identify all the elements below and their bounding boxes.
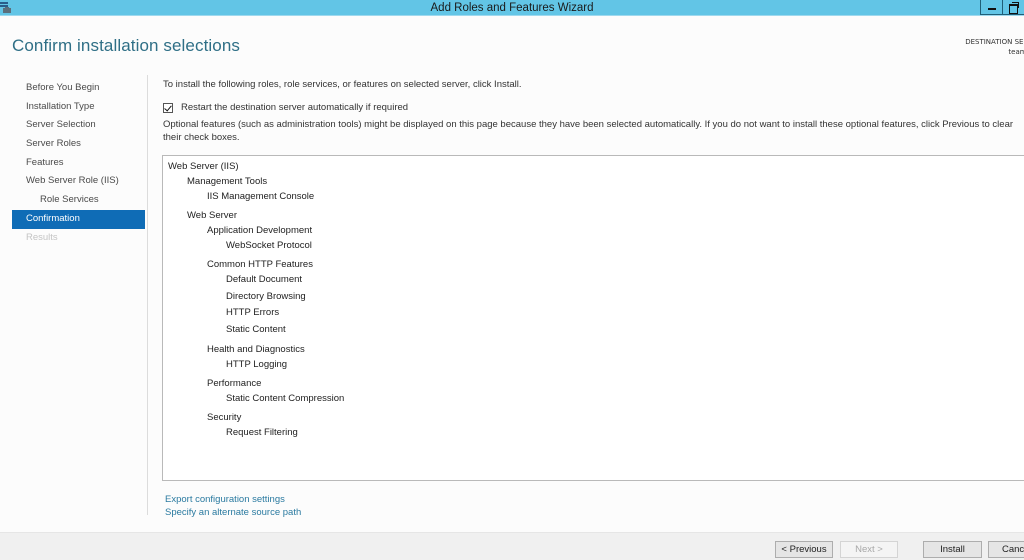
tree-item: Static Content Compression	[226, 393, 345, 404]
tree-item: Web Server	[187, 210, 237, 221]
nav-item-installation-type[interactable]: Installation Type	[12, 98, 145, 117]
cancel-button[interactable]: Cancel	[988, 541, 1024, 558]
wizard-nav: Before You Begin Installation Type Serve…	[12, 79, 145, 247]
minimize-button[interactable]	[980, 0, 1002, 15]
nav-item-confirmation[interactable]: Confirmation	[12, 209, 145, 229]
restore-button[interactable]	[1002, 0, 1024, 15]
optional-features-text: Optional features (such as administratio…	[163, 119, 1014, 143]
page-title: Confirm installation selections	[12, 36, 240, 55]
nav-divider	[147, 75, 148, 515]
tree-item: Health and Diagnostics	[207, 344, 305, 355]
restart-option[interactable]: Restart the destination server automatic…	[163, 101, 1024, 114]
tree-item: HTTP Logging	[226, 359, 288, 370]
restart-label[interactable]: Restart the destination server automatic…	[181, 102, 408, 113]
tree-item: Security	[207, 412, 242, 423]
restart-checkbox[interactable]	[163, 102, 173, 113]
nav-item-before-you-begin[interactable]: Before You Begin	[12, 79, 145, 98]
previous-button[interactable]: < Previous	[775, 541, 833, 558]
destination-label: DESTINATION SERVER	[965, 38, 1024, 46]
tree-item: WebSocket Protocol	[226, 240, 312, 251]
destination-name: teamcityt	[1008, 48, 1024, 56]
tree-item: Static Content	[226, 324, 286, 335]
next-button: Next >	[840, 541, 898, 558]
tree-item: Default Document	[226, 274, 303, 285]
tree-item: Directory Browsing	[226, 291, 306, 302]
links: Export configuration settings Specify an…	[165, 493, 301, 519]
tree-item: Management Tools	[187, 176, 268, 187]
nav-item-results: Results	[26, 231, 58, 243]
tree-item: Performance	[207, 378, 262, 389]
alternate-source-link[interactable]: Specify an alternate source path	[165, 506, 301, 519]
intro-text: To install the following roles, role ser…	[163, 79, 522, 90]
tree-item: IIS Management Console	[207, 191, 315, 202]
nav-item-features[interactable]: Features	[12, 154, 145, 173]
window-title: Add Roles and Features Wizard	[430, 2, 594, 14]
tree-item: HTTP Errors	[226, 307, 280, 318]
nav-item-server-selection[interactable]: Server Selection	[12, 116, 145, 135]
selection-list[interactable]: Web Server (IIS) Management Tools IIS Mana…	[162, 155, 1024, 481]
nav-item-server-roles[interactable]: Server Roles	[12, 135, 145, 154]
install-button[interactable]: Install	[923, 541, 982, 558]
tree-item: Web Server (IIS)	[168, 161, 239, 172]
export-config-link[interactable]: Export configuration settings	[165, 493, 301, 506]
tree-item: Common HTTP Features	[207, 259, 313, 270]
content-area: To install the following roles, role ser…	[163, 78, 1024, 144]
title-bar[interactable]: Add Roles and Features Wizard	[0, 0, 1024, 16]
nav-item-web-server-role[interactable]: Web Server Role (IIS)	[12, 172, 145, 191]
nav-item-role-services[interactable]: Role Services	[12, 191, 145, 210]
tree-item: Application Development	[207, 225, 313, 236]
destination-server: DESTINATION SERVER teamcityt	[965, 37, 1024, 57]
tree-item: Request Filtering	[226, 427, 298, 438]
